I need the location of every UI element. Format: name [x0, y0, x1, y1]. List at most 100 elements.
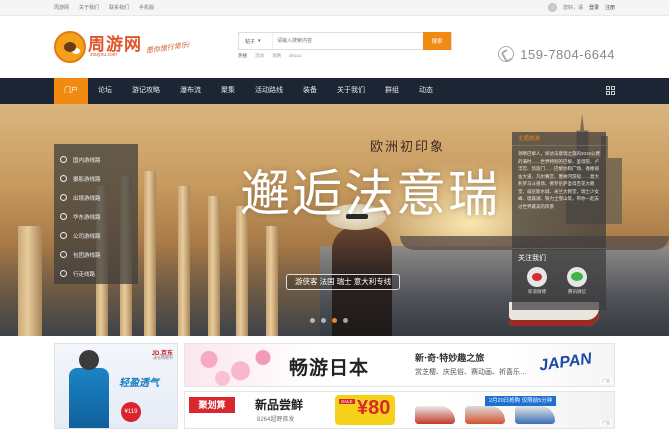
route-icon	[60, 156, 67, 163]
search-button[interactable]: 搜索	[423, 32, 451, 50]
shoe-illustration	[515, 406, 555, 424]
register-link[interactable]: 注册	[605, 4, 615, 11]
hot-term[interactable]: discuz	[289, 53, 302, 59]
follow-wechat-label: 腾讯微信	[568, 289, 586, 294]
route-item-label: 出境游线路	[73, 195, 101, 202]
route-icon	[60, 194, 67, 201]
juhuasuan-logo: 聚划算	[189, 397, 235, 413]
banner-headline: 邂逅法意瑞	[240, 165, 500, 223]
nav-item-about[interactable]: 关于我们	[327, 78, 375, 104]
sale-tag: SALE	[339, 399, 355, 404]
site-logo[interactable]: 周游网 zouyou.com 愿你旅行常乐!	[54, 27, 194, 67]
follow-weibo[interactable]: 新浪微博	[522, 267, 552, 295]
route-item-group-tour[interactable]: 包团游线路	[54, 245, 138, 264]
route-icon	[60, 213, 67, 220]
slide-indicators	[310, 318, 348, 323]
shoe-illustration	[415, 406, 455, 424]
hotline: 159-7804-6644	[498, 46, 615, 62]
hot-search: 热搜 活动 攻略 discuz	[238, 53, 452, 59]
japan-ad[interactable]: 畅游日本 新·奇·特妙趣之旅 赏芝樱、庆民俗、赛动画、祈喜乐… JAPAN 广告	[184, 343, 615, 387]
japan-logo: JAPAN	[537, 350, 593, 375]
route-icon	[60, 232, 67, 239]
logo-slogan: 愿你旅行常乐!	[145, 41, 191, 56]
route-item-label: 行走线路	[73, 271, 96, 278]
follow-weibo-label: 新浪微博	[528, 289, 546, 294]
nav-item-portal[interactable]: 门户	[54, 78, 88, 104]
juhuasuan-title: 新品尝鲜	[255, 398, 304, 412]
theme-travel-title[interactable]: 主题旅游	[512, 132, 606, 146]
nav-item-event-routes[interactable]: 活动路线	[245, 78, 293, 104]
jd-ad[interactable]: JD.京东 清仓购物节 轻盈透气 ¥119	[54, 343, 178, 429]
search-input[interactable]	[273, 33, 424, 49]
promo-date-badge: 2月20日抢购 仅限前5分钟	[485, 396, 557, 406]
logo-mascot-icon	[54, 31, 86, 63]
jd-title: 轻盈透气	[119, 378, 159, 389]
top-utility-bar: 周游网 关于我们 联系我们 手机版 您好，请 登录 注册	[0, 0, 669, 16]
user-avatar-icon	[547, 3, 557, 12]
cherry-blossom-illustration	[191, 348, 281, 386]
nav-item-groups[interactable]: 群组	[375, 78, 409, 104]
theme-travel-text: 领略巴黎人，探访法意瑞之旅的2015公费的满时……世界特别的巴黎、圣母院、卢浮宫…	[518, 151, 601, 209]
japan-ad-tagline: 新·奇·特妙趣之旅	[415, 354, 485, 364]
user-area: 您好，请 登录 注册	[547, 3, 615, 12]
phone-number: 159-7804-6644	[520, 46, 615, 62]
japan-ad-desc: 赏芝樱、庆民俗、赛动画、祈喜乐…	[415, 369, 527, 376]
sale-badge: SALE ¥80	[335, 395, 395, 425]
shoe-illustration	[465, 406, 505, 424]
route-icon	[60, 251, 67, 258]
route-item-label: 摄影游线路	[73, 176, 101, 183]
nav-item-gathering[interactable]: 聚集	[211, 78, 245, 104]
slide-dot[interactable]	[310, 318, 315, 323]
slide-dot[interactable]	[343, 318, 348, 323]
follow-wechat[interactable]: 腾讯微信	[562, 267, 592, 295]
route-item-label: 包团游线路	[73, 252, 101, 259]
route-icon	[60, 270, 67, 277]
slide-dot[interactable]	[321, 318, 326, 323]
nav-item-gear[interactable]: 装备	[293, 78, 327, 104]
sale-price: ¥80	[357, 397, 391, 419]
jd-subtitle: 清仓购物节	[153, 355, 173, 360]
top-link-about[interactable]: 关于我们	[79, 4, 99, 11]
hot-search-label: 热搜	[238, 53, 247, 58]
juhuasuan-ad[interactable]: 聚划算 新品尝鲜 8264超野首发 SALE ¥80 2月20日抢购 仅限前5分…	[184, 391, 615, 429]
search-box: 帖子 ▾ 搜索	[238, 32, 452, 50]
hero-banner[interactable]: 欧洲初印象 邂逅法意瑞 游侠客 法国 瑞士 意大利专线 国内游线路 摄影游线路 …	[0, 104, 669, 336]
route-item-company[interactable]: 公司游线路	[54, 226, 138, 245]
hot-term[interactable]: 活动	[255, 53, 264, 59]
route-item-outbound[interactable]: 出境游线路	[54, 188, 138, 207]
top-link-home[interactable]: 周游网	[54, 4, 69, 11]
site-header: 周游网 zouyou.com 愿你旅行常乐! 帖子 ▾ 搜索 热搜 活动 攻略 …	[0, 16, 669, 78]
banner-subheadline: 欧洲初印象	[370, 140, 446, 155]
nav-item-forum[interactable]: 论坛	[88, 78, 122, 104]
ad-label: 广告	[600, 378, 612, 384]
main-nav: 门户 论坛 游记攻略 瀑布流 聚集 活动路线 装备 关于我们 群组 动态	[0, 78, 669, 104]
route-item-east-china[interactable]: 华东游线路	[54, 207, 138, 226]
search-category-select[interactable]: 帖子 ▾	[239, 33, 273, 49]
route-item-label: 华东游线路	[73, 214, 101, 221]
nav-item-travel-guides[interactable]: 游记攻略	[122, 78, 170, 104]
wechat-icon	[567, 267, 587, 287]
jd-price-badge: ¥119	[121, 402, 141, 422]
login-link[interactable]: 登录	[589, 4, 599, 11]
grid-menu-icon[interactable]	[606, 86, 615, 95]
japan-ad-title: 畅游日本	[289, 357, 370, 379]
nav-item-waterfall[interactable]: 瀑布流	[170, 78, 211, 104]
route-item-label: 国内游线路	[73, 157, 101, 164]
phone-icon	[498, 46, 515, 62]
logo-domain: zouyou.com	[90, 52, 117, 58]
top-link-contact[interactable]: 联系我们	[109, 4, 129, 11]
banner-route-tag[interactable]: 游侠客 法国 瑞士 意大利专线	[286, 274, 401, 290]
hot-term[interactable]: 攻略	[272, 53, 281, 59]
model-illustration	[65, 350, 113, 428]
slide-dot-active[interactable]	[332, 318, 337, 323]
chevron-down-icon: ▾	[258, 38, 261, 44]
search-area: 帖子 ▾ 搜索 热搜 活动 攻略 discuz	[238, 32, 452, 59]
top-links: 周游网 关于我们 联系我们 手机版	[54, 4, 154, 11]
nav-item-feed[interactable]: 动态	[409, 78, 443, 104]
top-link-mobile[interactable]: 手机版	[139, 4, 154, 11]
route-item-photography[interactable]: 摄影游线路	[54, 169, 138, 188]
juhuasuan-subtitle: 8264超野首发	[257, 417, 295, 423]
route-item-domestic[interactable]: 国内游线路	[54, 150, 138, 169]
route-item-walking[interactable]: 行走线路	[54, 264, 138, 283]
route-icon	[60, 175, 67, 182]
